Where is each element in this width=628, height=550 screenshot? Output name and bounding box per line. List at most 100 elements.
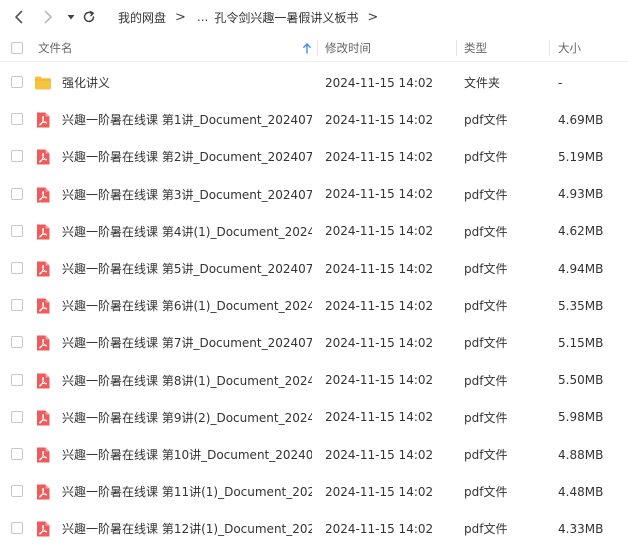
file-size: 4.48MB xyxy=(558,484,604,499)
row-checkbox[interactable] xyxy=(11,373,23,386)
file-modified-time: 2024-11-15 14:02 xyxy=(325,187,434,202)
pdf-icon xyxy=(34,111,52,129)
file-type: pdf文件 xyxy=(464,448,508,462)
file-name: 兴趣一阶暑在线课 第3讲_Document_2024070... xyxy=(62,187,312,202)
column-header-name[interactable]: 文件名 xyxy=(38,34,73,62)
file-row[interactable]: 兴趣一阶暑在线课 第6讲(1)_Document_20240... 2024-1… xyxy=(0,287,628,324)
breadcrumb: 我的网盘 > ... 孔令剑兴趣一暑假讲义板书 > xyxy=(118,0,389,34)
file-modified-time: 2024-11-15 14:02 xyxy=(325,484,434,499)
caret-down-icon xyxy=(67,15,75,20)
pdf-icon xyxy=(34,483,52,501)
refresh-icon xyxy=(83,10,95,23)
row-checkbox[interactable] xyxy=(11,224,23,237)
breadcrumb-ellipsis[interactable]: ... xyxy=(197,10,208,24)
file-size: 4.94MB xyxy=(558,261,604,276)
file-type: pdf文件 xyxy=(464,113,508,128)
file-name: 兴趣一阶暑在线课 第4讲(1)_Document_20240... xyxy=(62,224,312,239)
file-size: 5.15MB xyxy=(558,335,604,350)
file-row[interactable]: 强化讲义 2024-11-15 14:02 文件夹 - xyxy=(0,64,628,101)
file-row[interactable]: 兴趣一阶暑在线课 第1讲_Document_2024070... 2024-11… xyxy=(0,101,628,138)
file-name: 兴趣一阶暑在线课 第8讲(1)_Document_20240... xyxy=(62,373,312,388)
file-type: pdf文件 xyxy=(464,150,508,165)
column-header-type[interactable]: 类型 xyxy=(464,34,487,62)
pdf-icon xyxy=(34,520,52,538)
pdf-icon xyxy=(34,409,52,427)
file-row[interactable]: 兴趣一阶暑在线课 第2讲_Document_2024070... 2024-11… xyxy=(0,138,628,175)
file-type: pdf文件 xyxy=(464,485,508,500)
file-name: 兴趣一阶暑在线课 第10讲_Document_202407... xyxy=(62,448,312,462)
file-row[interactable]: 兴趣一阶暑在线课 第11讲(1)_Document_2024... 2024-1… xyxy=(0,473,628,510)
pdf-icon xyxy=(34,186,52,204)
forward-button[interactable] xyxy=(39,8,57,26)
file-type: pdf文件 xyxy=(464,410,508,425)
file-modified-time: 2024-11-15 14:02 xyxy=(325,224,434,239)
row-checkbox[interactable] xyxy=(11,150,23,163)
row-checkbox[interactable] xyxy=(11,76,23,88)
sort-ascending-icon[interactable] xyxy=(302,43,312,54)
navigation-bar: 我的网盘 > ... 孔令剑兴趣一暑假讲义板书 > xyxy=(0,0,628,34)
file-row[interactable]: 兴趣一阶暑在线课 第3讲_Document_2024070... 2024-11… xyxy=(0,176,628,213)
breadcrumb-current[interactable]: 孔令剑兴趣一暑假讲义板书 xyxy=(214,9,358,26)
file-name: 兴趣一阶暑在线课 第1讲_Document_2024070... xyxy=(62,113,312,128)
pdf-icon xyxy=(34,334,52,352)
select-all-checkbox[interactable] xyxy=(11,42,23,54)
file-row[interactable]: 兴趣一阶暑在线课 第9讲(2)_Document_20240... 2024-1… xyxy=(0,399,628,436)
file-type: pdf文件 xyxy=(464,187,508,202)
file-size: 4.33MB xyxy=(558,521,604,536)
breadcrumb-root[interactable]: 我的网盘 xyxy=(118,9,166,26)
file-row[interactable]: 兴趣一阶暑在线课 第7讲_Document_2024070... 2024-11… xyxy=(0,324,628,361)
row-checkbox[interactable] xyxy=(11,299,23,312)
file-name: 兴趣一阶暑在线课 第5讲_Document_2024070... xyxy=(62,262,312,276)
file-size: 5.35MB xyxy=(558,298,604,313)
column-divider[interactable] xyxy=(456,40,457,56)
file-name: 兴趣一阶暑在线课 第9讲(2)_Document_20240... xyxy=(62,410,312,425)
file-modified-time: 2024-11-15 14:02 xyxy=(325,75,434,90)
file-name: 强化讲义 xyxy=(62,76,111,90)
file-type: pdf文件 xyxy=(464,224,508,239)
file-row[interactable]: 兴趣一阶暑在线课 第12讲(1)_Document_2024... 2024-1… xyxy=(0,510,628,547)
file-size: 4.69MB xyxy=(558,112,604,127)
breadcrumb-separator: > xyxy=(367,9,379,25)
file-modified-time: 2024-11-15 14:02 xyxy=(325,373,434,388)
row-checkbox[interactable] xyxy=(11,336,23,349)
row-checkbox[interactable] xyxy=(11,187,23,200)
row-checkbox[interactable] xyxy=(11,522,23,535)
file-name: 兴趣一阶暑在线课 第11讲(1)_Document_2024... xyxy=(62,485,312,500)
pdf-icon xyxy=(34,148,52,166)
file-modified-time: 2024-11-15 14:02 xyxy=(325,298,434,313)
row-checkbox[interactable] xyxy=(11,485,23,498)
chevron-right-icon xyxy=(44,10,52,24)
file-row[interactable]: 兴趣一阶暑在线课 第4讲(1)_Document_20240... 2024-1… xyxy=(0,213,628,250)
row-checkbox[interactable] xyxy=(11,410,23,423)
row-checkbox[interactable] xyxy=(11,262,23,274)
file-size: 5.19MB xyxy=(558,149,604,164)
file-row[interactable]: 兴趣一阶暑在线课 第8讲(1)_Document_20240... 2024-1… xyxy=(0,362,628,399)
breadcrumb-separator: > xyxy=(175,9,186,25)
pdf-icon xyxy=(34,223,52,241)
file-type: pdf文件 xyxy=(464,299,508,314)
column-divider[interactable] xyxy=(317,40,318,56)
history-dropdown[interactable] xyxy=(62,8,80,26)
file-size: 4.88MB xyxy=(558,447,604,462)
chevron-left-icon xyxy=(15,10,23,24)
folder-icon xyxy=(34,74,52,92)
file-size: 5.50MB xyxy=(558,373,604,388)
file-size: - xyxy=(558,75,563,90)
back-button[interactable] xyxy=(10,8,28,26)
file-type: pdf文件 xyxy=(464,262,508,276)
refresh-button[interactable] xyxy=(80,8,98,26)
file-type: 文件夹 xyxy=(464,76,501,90)
file-row[interactable]: 兴趣一阶暑在线课 第5讲_Document_2024070... 2024-11… xyxy=(0,250,628,287)
file-modified-time: 2024-11-15 14:02 xyxy=(325,410,434,425)
row-checkbox[interactable] xyxy=(11,113,23,126)
column-header-modified[interactable]: 修改时间 xyxy=(325,34,371,62)
column-header-size[interactable]: 大小 xyxy=(558,34,581,62)
file-row[interactable]: 兴趣一阶暑在线课 第10讲_Document_202407... 2024-11… xyxy=(0,436,628,473)
file-name: 兴趣一阶暑在线课 第12讲(1)_Document_2024... xyxy=(62,522,312,537)
file-size: 5.98MB xyxy=(558,410,604,425)
row-checkbox[interactable] xyxy=(11,448,23,460)
file-name: 兴趣一阶暑在线课 第2讲_Document_2024070... xyxy=(62,150,312,165)
column-divider[interactable] xyxy=(549,40,550,56)
file-modified-time: 2024-11-15 14:02 xyxy=(325,335,434,350)
file-modified-time: 2024-11-15 14:02 xyxy=(325,521,434,536)
